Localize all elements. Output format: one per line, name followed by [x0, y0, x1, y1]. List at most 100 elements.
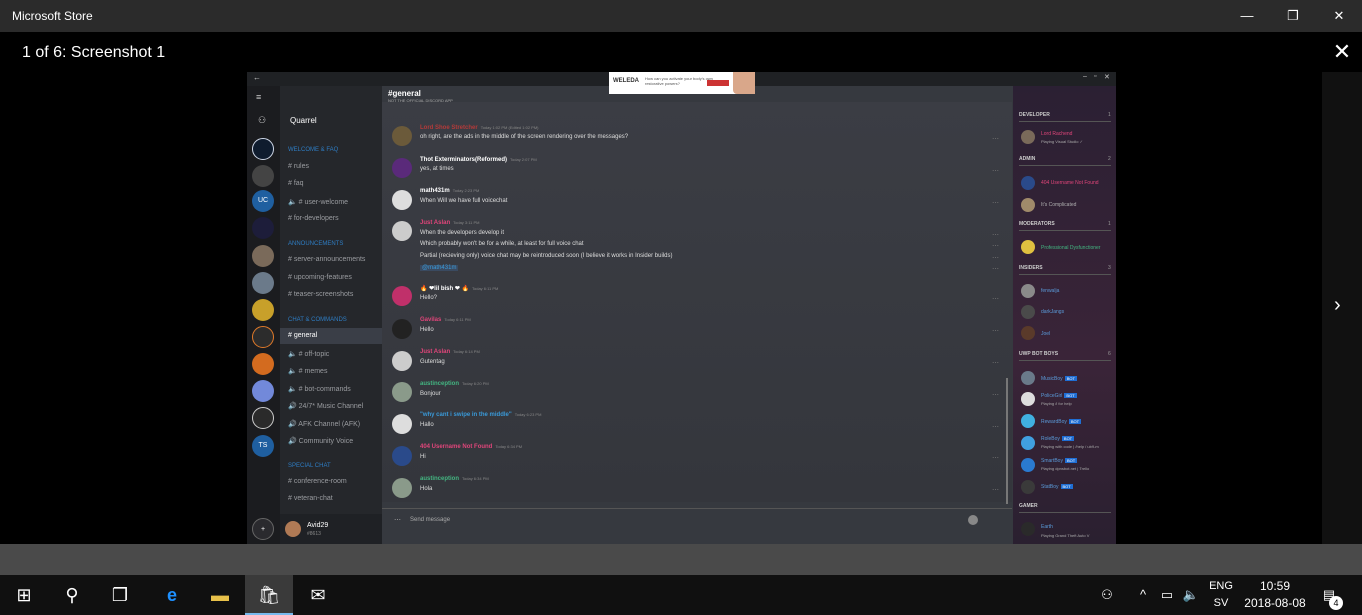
member-group-title: DEVELOPER	[1019, 112, 1050, 118]
screenshot-image: ← – ▫ ✕ WELEDA How can you activate your…	[247, 72, 1116, 544]
next-screenshot-pane[interactable]	[1322, 72, 1362, 544]
member-name: 404 Username Not Found	[1041, 180, 1099, 186]
message-text: oh right, are the ads in the middle of t…	[420, 134, 629, 140]
message-author: "why cant i swipe in the middle" Today 6:…	[420, 412, 542, 418]
avatar	[1021, 480, 1035, 494]
maximize-button[interactable]: ❐	[1270, 0, 1316, 32]
member-name: Joel	[1041, 331, 1051, 337]
channel-category: SPECIAL CHAT	[288, 463, 331, 469]
ad-text: How can you activate your body's own res…	[645, 76, 713, 86]
app-close-icon: ✕	[1104, 74, 1110, 81]
member-status: Playing /i for help	[1041, 401, 1072, 406]
channel-list: Quarrel WELCOME & FAQ # rules # faq 🔈 # …	[280, 86, 382, 544]
channel-item-active: # general	[280, 328, 382, 344]
edge-icon[interactable]: e	[148, 575, 196, 615]
taskbar: ⊞ ⚲ ❐ e ▬ 🛍 ✉ ⚇ ^ ▭ 🔈 ENG SV 10:59 2018-08…	[0, 575, 1362, 615]
member-name: Professional Dysfunctioner	[1041, 245, 1101, 251]
next-screenshot-button[interactable]: ›	[1334, 294, 1341, 317]
message-text: When the developers develop it	[420, 230, 505, 236]
member-name: RoleBoy BOT	[1041, 436, 1075, 442]
avatar	[392, 126, 412, 146]
minimize-button[interactable]: —	[1224, 0, 1270, 32]
message-options-icon: ⋯	[992, 455, 999, 462]
hamburger-icon: ≡	[256, 92, 262, 102]
app-maximize-icon: ▫	[1094, 73, 1097, 80]
people-icon[interactable]: ⚇	[1096, 575, 1118, 615]
avatar	[285, 521, 301, 537]
server-list: ≡ ⚇ UC TS +	[247, 86, 280, 544]
avatar	[1021, 130, 1035, 144]
message-options-icon: ⋯	[992, 424, 999, 431]
network-icon[interactable]: ▭	[1156, 575, 1178, 615]
message-options-icon: ⋯	[992, 255, 999, 262]
server-icon	[252, 245, 274, 267]
channel-item: 🔈 # bot-commands	[288, 386, 351, 393]
channel-item: # upcoming-features	[288, 274, 352, 281]
store-icon[interactable]: 🛍	[245, 575, 293, 615]
message-author: austinception Today 6:20 PM	[420, 381, 489, 387]
language-indicator[interactable]: ENG SV	[1204, 578, 1238, 612]
channel-category: CHAT & COMMANDS	[288, 317, 347, 323]
avatar	[392, 382, 412, 402]
task-view-icon[interactable]: ❐	[96, 575, 144, 615]
member-group-count: 3	[1108, 265, 1111, 271]
close-viewer-button[interactable]: ✕	[1330, 40, 1354, 64]
back-arrow-icon: ←	[253, 73, 261, 82]
close-window-button[interactable]: ✕	[1316, 0, 1362, 32]
server-icon	[252, 326, 274, 348]
channel-item: # for-developers	[288, 215, 339, 222]
chevron-up-icon[interactable]: ^	[1132, 575, 1154, 615]
server-icon	[252, 353, 274, 375]
mail-icon[interactable]: ✉	[294, 575, 342, 615]
channel-title: #general	[388, 89, 421, 98]
screenshot-counter: 1 of 6: Screenshot 1	[22, 44, 166, 61]
message-input: ⋯ Send message	[382, 508, 1012, 532]
message-text: When Will we have full voicechat	[420, 198, 508, 204]
search-icon[interactable]: ⚲	[48, 575, 96, 615]
channel-item: # faq	[288, 180, 304, 187]
channel-item: # veteran-chat	[288, 495, 333, 502]
file-explorer-icon[interactable]: ▬	[196, 575, 244, 615]
member-group-title: ADMIN	[1019, 156, 1036, 162]
avatar	[1021, 414, 1035, 428]
server-icon	[252, 407, 274, 429]
mention: @math431m	[420, 265, 459, 271]
avatar	[392, 286, 412, 306]
message-text: Partial (recieving only) voice chat may …	[420, 253, 673, 259]
clock[interactable]: 10:59 2018-08-08	[1240, 578, 1310, 612]
member-name: darkJangs	[1041, 309, 1065, 315]
avatar	[392, 351, 412, 371]
channel-category: ANNOUNCEMENTS	[288, 241, 344, 247]
window-title: Microsoft Store	[12, 9, 93, 23]
avatar	[1021, 392, 1035, 406]
server-icon	[252, 165, 274, 187]
volume-icon[interactable]: 🔈	[1180, 575, 1202, 615]
member-name: Lord Rachend	[1041, 131, 1073, 137]
message-author: Gavilas Today 6:11 PM	[420, 317, 471, 323]
channel-item: 🔈 # user-welcome	[288, 199, 349, 206]
message-options-icon: ⋯	[992, 487, 999, 494]
server-icon	[252, 272, 274, 294]
avatar	[392, 319, 412, 339]
message-text: Which probably won't be for a while, at …	[420, 241, 584, 247]
channel-item: 🔈 # memes	[288, 368, 328, 375]
message-author: Just Aslan Today 3:11 PM	[420, 220, 480, 226]
avatar	[392, 190, 412, 210]
viewer-bottom-bar	[0, 544, 1362, 575]
member-name: SmartBoy BOT	[1041, 458, 1078, 464]
avatar	[1021, 371, 1035, 385]
more-icon: ⋯	[394, 517, 401, 524]
add-server-button: +	[252, 518, 274, 540]
member-list: DEVELOPER 1 Lord Rachend Playing Visual …	[1013, 86, 1116, 544]
message-list: Lord Shoe Stretcher Today 1:02 PM (Edited…	[382, 102, 1012, 502]
start-icon[interactable]: ⊞	[0, 575, 48, 615]
emoji-icon	[968, 515, 978, 525]
message-text: Gutentag	[420, 359, 445, 365]
member-group-title: MODERATORS	[1019, 221, 1055, 227]
channel-item: # teaser-screenshots	[288, 291, 354, 298]
member-name: RewardBoy BOT	[1041, 419, 1082, 425]
avatar	[1021, 198, 1035, 212]
server-name: Quarrel	[290, 116, 317, 125]
server-icon	[252, 138, 274, 160]
avatar	[392, 446, 412, 466]
